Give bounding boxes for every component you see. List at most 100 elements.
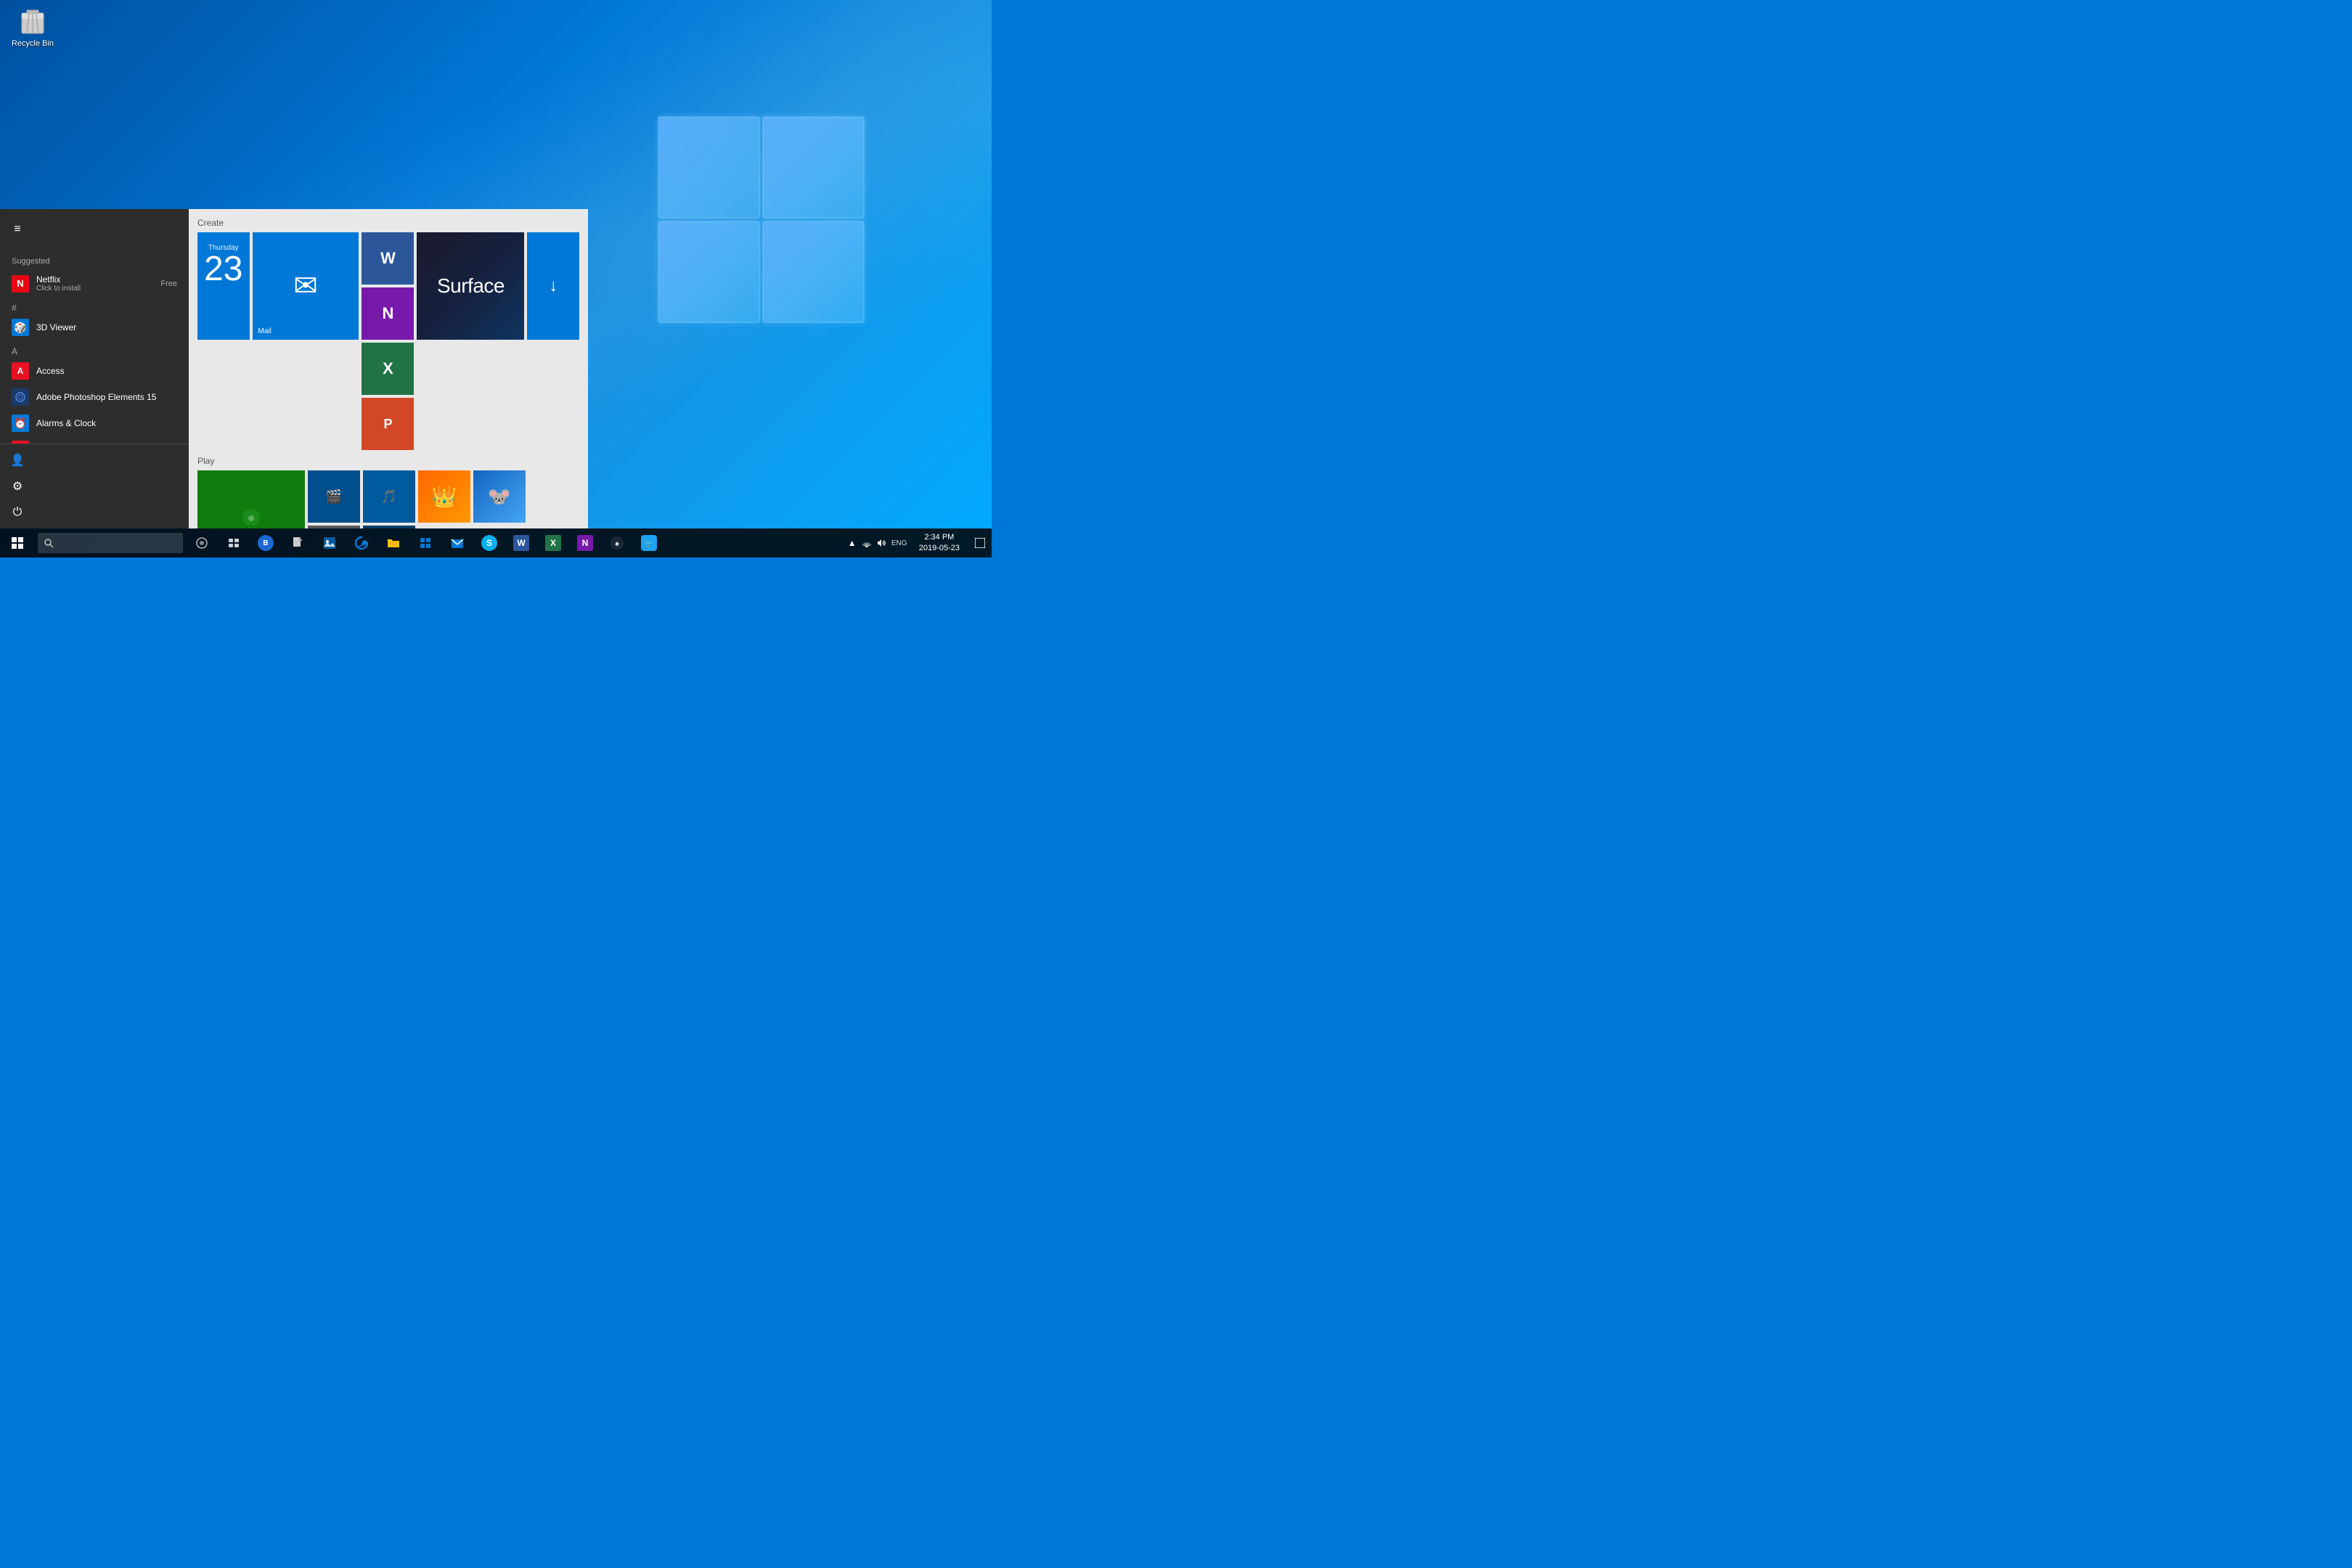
word-tile[interactable]: W — [362, 232, 414, 285]
recycle-bin-icon[interactable]: Recycle Bin — [7, 7, 58, 49]
app-item-access[interactable]: A Access — [0, 358, 189, 384]
netflix-badge: Free — [160, 279, 177, 288]
hamburger-button[interactable]: ≡ — [0, 215, 35, 244]
3dviewer-label: 3D Viewer — [36, 322, 76, 332]
search-bar[interactable] — [38, 533, 183, 553]
windows-start-icon — [12, 537, 23, 549]
mail-tile[interactable]: ✉ Mail — [253, 232, 359, 340]
recycle-bin-label: Recycle Bin — [7, 39, 58, 49]
groove-cell: 🎵 — [363, 470, 415, 523]
windows-logo — [643, 102, 875, 334]
netflix-name: Netflix — [36, 274, 153, 285]
excel-tile[interactable]: X — [362, 343, 414, 395]
mickey-icon: 🐭 — [488, 486, 511, 508]
store-taskbar-icon — [417, 535, 433, 551]
create-label: Create — [197, 218, 579, 228]
movie-tv-cell: 🎬 — [308, 470, 360, 523]
taskbar-steam-app[interactable]: ♠ — [601, 528, 633, 558]
movie-icon: 🎬 — [326, 489, 342, 505]
ppt-tile[interactable]: P — [362, 398, 414, 450]
calendar-tile[interactable]: Thursday 23 — [197, 232, 250, 340]
system-clock[interactable]: 2:34 PM 2019-05-23 — [910, 528, 968, 558]
settings-icon: ⚙ — [12, 479, 23, 494]
taskbar-explorer-app[interactable] — [377, 528, 409, 558]
twitter-taskbar-icon: 🐦 — [641, 535, 657, 551]
cortana-button[interactable] — [186, 528, 218, 558]
photos-taskbar-icon — [322, 535, 338, 551]
surface-tile[interactable]: Surface — [417, 232, 524, 340]
app-item-3dviewer[interactable]: 🎲 3D Viewer — [0, 314, 189, 340]
access-icon: A — [12, 362, 29, 380]
steam-taskbar-icon: ♠ — [609, 535, 625, 551]
tray-volume-icon[interactable] — [874, 528, 889, 558]
play-label: Play — [197, 456, 579, 466]
start-menu: ≡ Suggested N Netflix Click to install F… — [0, 209, 588, 528]
3dviewer-icon: 🎲 — [12, 319, 29, 336]
chevron-up-icon: ▲ — [848, 538, 857, 548]
user-icon: 👤 — [10, 453, 25, 467]
taskbar-skype-app[interactable]: S — [473, 528, 505, 558]
photos-tile-group[interactable]: 🎬 🎵 🍖 📞 Photos — [308, 470, 415, 528]
tray-network-icon[interactable] — [859, 528, 874, 558]
file-icon — [290, 535, 306, 551]
taskbar-onenote-app[interactable]: N — [569, 528, 601, 558]
office-tiles-col: W N X P — [362, 232, 414, 450]
cortana-icon — [196, 537, 208, 549]
clock-date: 2019-05-23 — [919, 543, 960, 554]
svg-text:♠: ♠ — [615, 540, 619, 548]
start-button[interactable] — [0, 528, 35, 558]
language-indicator[interactable]: ENG — [889, 528, 910, 558]
app-item-alarms[interactable]: ⏰ Alarms & Clock — [0, 410, 189, 436]
photoshop-label: Adobe Photoshop Elements 15 — [36, 392, 156, 402]
mail-tile-label: Mail — [255, 325, 359, 338]
ppt-icon: P — [383, 417, 392, 432]
surface-text: Surface — [437, 274, 505, 298]
taskbar-excel-app[interactable]: X — [537, 528, 569, 558]
start-tiles-panel: Create Thursday 23 ✉ Mail — [189, 209, 588, 528]
download-tile[interactable]: ↓ — [527, 232, 579, 340]
xbox-svg-icon — [237, 504, 266, 529]
taskbar-twitter-app[interactable]: 🐦 — [633, 528, 665, 558]
notification-icon — [975, 538, 985, 548]
group-header-a: A — [0, 340, 189, 358]
netflix-info: Netflix Click to install — [36, 274, 153, 293]
skype-taskbar-icon: S — [481, 535, 497, 551]
download-icon: ↓ — [549, 276, 558, 296]
show-hidden-icons[interactable]: ▲ — [845, 528, 859, 558]
start-bottom-icons: 👤 ⚙ ⏻ — [0, 444, 189, 528]
onenote-icon: N — [383, 304, 394, 323]
notification-center[interactable] — [968, 528, 992, 558]
clock-time: 2:34 PM — [924, 532, 954, 543]
user-button[interactable]: 👤 — [0, 447, 35, 473]
taskbar-file-app[interactable] — [282, 528, 314, 558]
taskbar-photos-app[interactable] — [314, 528, 346, 558]
power-button[interactable]: ⏻ — [0, 499, 35, 526]
mail-icon: ✉ — [293, 269, 318, 303]
xbox-tile[interactable]: Xbox — [197, 470, 305, 528]
edge-taskbar-icon — [354, 535, 369, 551]
netflix-sub: Click to install — [36, 285, 153, 293]
task-view-button[interactable] — [218, 528, 250, 558]
taskbar-store-app[interactable] — [409, 528, 441, 558]
hamburger-icon: ≡ — [14, 223, 20, 236]
onenote-taskbar-icon: N — [577, 535, 593, 551]
netflix-app-item[interactable]: N Netflix Click to install Free — [0, 270, 189, 297]
taskbar-edge-app[interactable] — [346, 528, 377, 558]
start-left-panel: ≡ Suggested N Netflix Click to install F… — [0, 209, 189, 528]
play-row-1: Xbox 🎬 🎵 🍖 📞 Photos — [197, 470, 579, 528]
system-tray: ▲ ENG — [845, 528, 992, 558]
taskbar-mail-app[interactable] — [441, 528, 473, 558]
onenote-tile[interactable]: N — [362, 287, 414, 340]
taskbar-bmw-app[interactable]: B — [250, 528, 282, 558]
app-item-photoshop[interactable]: Adobe Photoshop Elements 15 — [0, 384, 189, 410]
surface-col: Surface — [417, 232, 524, 450]
calendar-num: 23 — [204, 252, 242, 287]
taskbar-word-app[interactable]: W — [505, 528, 537, 558]
mickey-tile[interactable]: 🐭 — [473, 470, 526, 523]
word-icon: W — [380, 249, 396, 268]
king-icon: 👑 — [432, 485, 457, 509]
calendar-tile-label — [200, 333, 250, 338]
app-item-appmark[interactable]: ▶ APPmark 2018 — [0, 436, 189, 444]
king-tile[interactable]: 👑 — [418, 470, 470, 523]
settings-button[interactable]: ⚙ — [0, 473, 35, 499]
